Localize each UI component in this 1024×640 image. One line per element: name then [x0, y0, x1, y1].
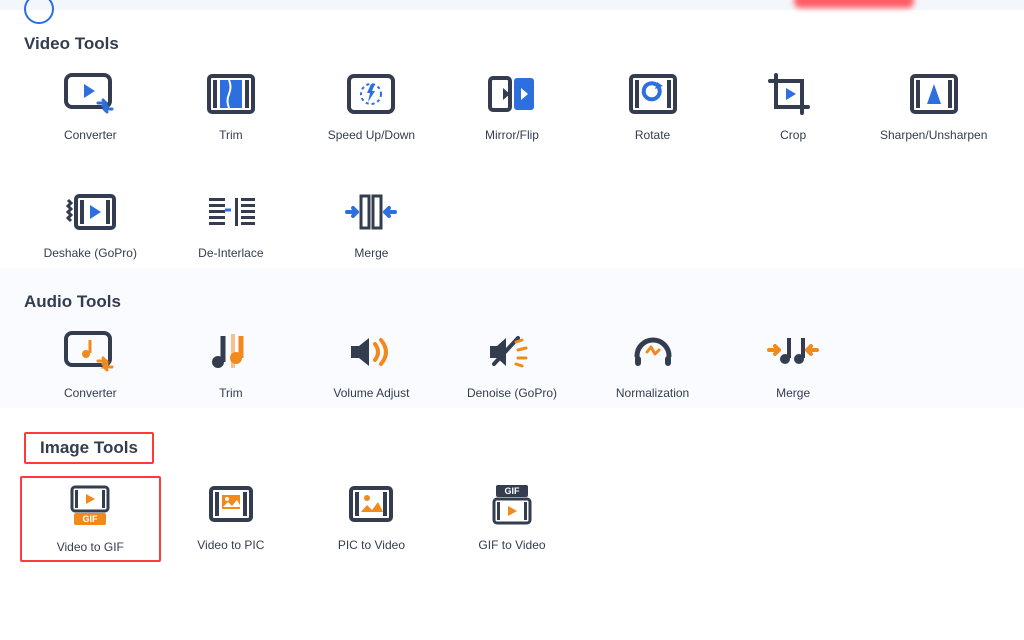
tool-label: Speed Up/Down	[328, 128, 415, 142]
video-deinterlace-icon	[205, 190, 257, 234]
tool-label: Mirror/Flip	[485, 128, 539, 142]
tool-video-to-pic[interactable]: Video to PIC	[165, 482, 298, 556]
image-video-to-pic-icon	[207, 482, 255, 526]
tool-label: Denoise (GoPro)	[467, 386, 557, 400]
tool-crop[interactable]: Crop	[727, 72, 860, 142]
tool-label: Sharpen/Unsharpen	[880, 128, 987, 142]
tool-rotate[interactable]: Rotate	[586, 72, 719, 142]
svg-text:GIF: GIF	[504, 486, 520, 496]
tool-label: Video to GIF	[57, 540, 124, 554]
tool-volume[interactable]: Volume Adjust	[305, 330, 438, 400]
tool-deinterlace[interactable]: De-Interlace	[165, 190, 298, 260]
tool-speed[interactable]: Speed Up/Down	[305, 72, 438, 142]
tool-gif-to-video[interactable]: GIF GIF to Video	[446, 482, 579, 556]
video-rotate-icon	[629, 72, 677, 116]
tool-denoise[interactable]: Denoise (GoPro)	[446, 330, 579, 400]
video-speed-icon	[347, 72, 395, 116]
tool-label: De-Interlace	[198, 246, 263, 260]
image-tools-grid: GIF Video to GIF Video to PIC	[24, 482, 1000, 556]
audio-tools-grid: Converter Trim Volume Adjust	[24, 330, 1000, 400]
video-deshake-icon	[62, 190, 118, 234]
tool-merge-video[interactable]: Merge	[305, 190, 438, 260]
audio-normalize-icon	[629, 330, 677, 374]
tool-label: Trim	[219, 128, 243, 142]
image-tools-title: Image Tools	[24, 432, 154, 464]
image-video-to-gif-icon: GIF	[66, 484, 114, 528]
video-converter-icon	[64, 72, 116, 116]
image-pic-to-video-icon	[347, 482, 395, 526]
tool-normalize[interactable]: Normalization	[586, 330, 719, 400]
top-bar	[0, 0, 1024, 10]
tool-label: Converter	[64, 386, 117, 400]
video-mirror-icon	[488, 72, 536, 116]
tool-label: Deshake (GoPro)	[44, 246, 137, 260]
tool-label: Rotate	[635, 128, 670, 142]
tool-audio-merge[interactable]: Merge	[727, 330, 860, 400]
audio-denoise-icon	[486, 330, 538, 374]
audio-tools-title: Audio Tools	[24, 292, 121, 312]
audio-converter-icon	[64, 330, 116, 374]
video-tools-grid: Converter Trim	[24, 72, 1000, 260]
tool-label: Volume Adjust	[333, 386, 409, 400]
video-trim-icon	[207, 72, 255, 116]
video-tools-title: Video Tools	[24, 34, 119, 54]
tool-deshake[interactable]: Deshake (GoPro)	[24, 190, 157, 260]
video-crop-icon	[768, 72, 818, 116]
video-sharpen-icon	[910, 72, 958, 116]
tool-sharpen[interactable]: Sharpen/Unsharpen	[867, 72, 1000, 142]
tool-audio-trim[interactable]: Trim	[165, 330, 298, 400]
tool-label: Normalization	[616, 386, 689, 400]
tool-video-to-gif[interactable]: GIF Video to GIF	[20, 476, 161, 562]
tool-label: Video to PIC	[197, 538, 264, 552]
tool-label: Merge	[354, 246, 388, 260]
audio-volume-icon	[347, 330, 395, 374]
tool-converter[interactable]: Converter	[24, 72, 157, 142]
audio-merge-icon	[765, 330, 821, 374]
tool-mirror[interactable]: Mirror/Flip	[446, 72, 579, 142]
tool-audio-converter[interactable]: Converter	[24, 330, 157, 400]
tool-trim[interactable]: Trim	[165, 72, 298, 142]
image-tools-section: Image Tools GIF Video to GIF	[0, 408, 1024, 564]
svg-text:GIF: GIF	[83, 514, 99, 524]
image-gif-to-video-icon: GIF	[488, 482, 536, 526]
tool-label: Crop	[780, 128, 806, 142]
tool-label: GIF to Video	[478, 538, 545, 552]
audio-trim-icon	[209, 330, 253, 374]
tool-pic-to-video[interactable]: PIC to Video	[305, 482, 438, 556]
tool-label: Converter	[64, 128, 117, 142]
tool-label: PIC to Video	[338, 538, 405, 552]
video-tools-section: Video Tools Converter	[0, 10, 1024, 268]
audio-tools-section: Audio Tools Converter Trim	[0, 268, 1024, 408]
video-merge-icon	[343, 190, 399, 234]
tool-label: Merge	[776, 386, 810, 400]
top-action-button[interactable]	[794, 0, 914, 8]
tool-label: Trim	[219, 386, 243, 400]
